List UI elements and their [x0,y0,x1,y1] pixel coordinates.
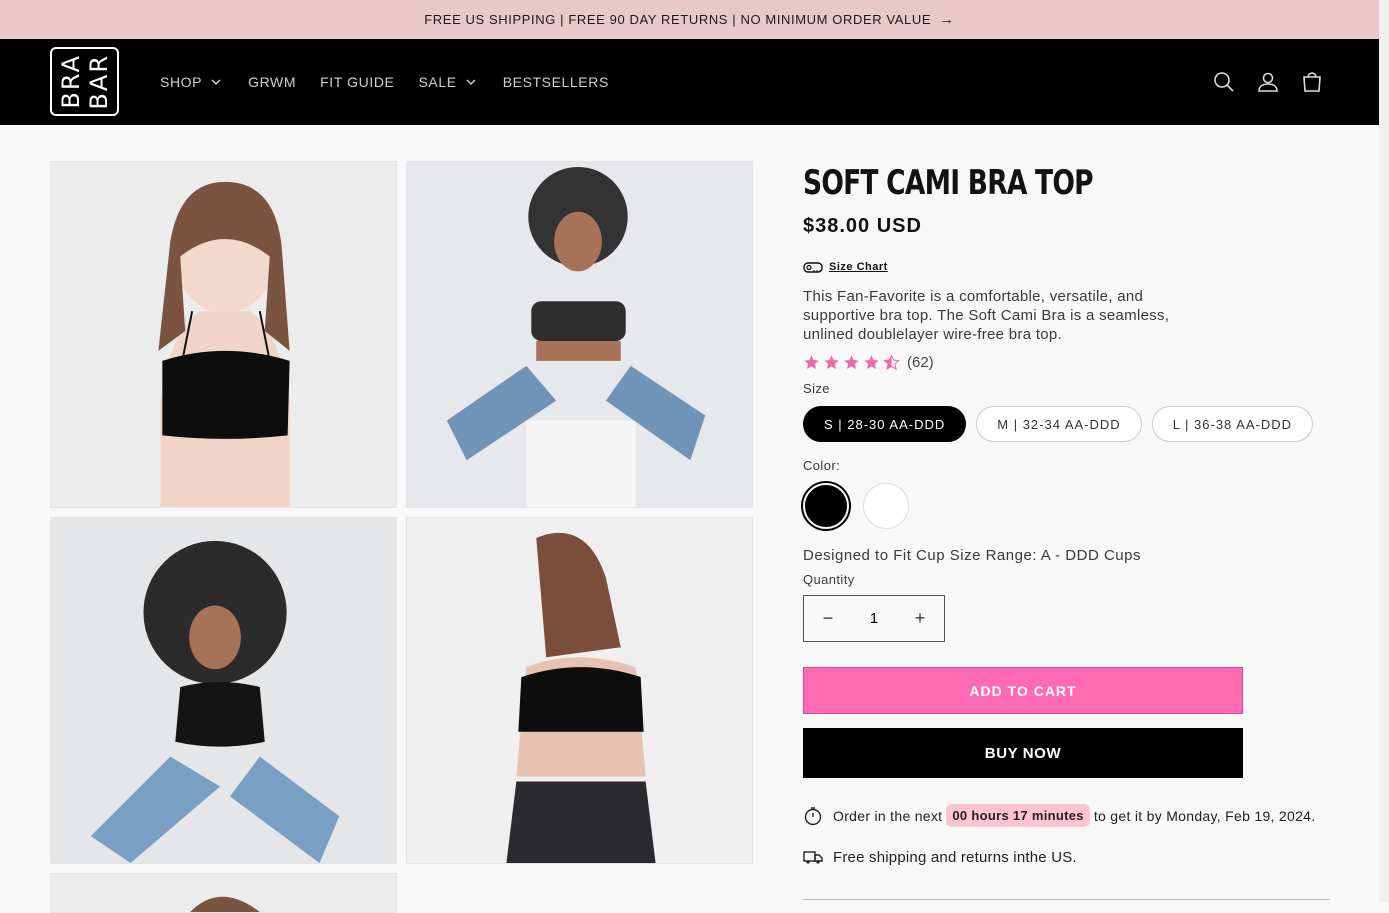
size-option-s[interactable]: S | 28-30 AA-DDD [803,406,967,443]
nav-item-sale[interactable]: SALE [418,74,478,90]
color-swatch-white[interactable] [863,483,909,530]
shipping-info: Free shipping and returns inthe US. [803,847,1333,867]
size-option-l[interactable]: L | 36-38 AA-DDD [1151,406,1314,443]
announcement-text: FREE US SHIPPING | FREE 90 DAY RETURNS |… [424,12,932,27]
size-option-m[interactable]: M | 32-34 AA-DDD [976,406,1142,443]
quantity-increase-button[interactable]: + [912,608,928,629]
add-to-cart-button[interactable]: ADD TO CART [803,667,1243,715]
header-icons [1213,39,1323,125]
logo-text-bar: BAR [84,53,113,110]
chevron-down-icon [211,79,221,85]
cart-icon[interactable] [1301,71,1323,93]
main-nav: SHOP GRWM FIT GUIDE SALE BESTSELLERS [160,39,609,125]
nav-item-shop[interactable]: SHOP [160,74,224,90]
delivery-prefix: Order in the next [833,807,943,824]
shipping-text: Free shipping and returns inthe US. [833,848,1077,866]
product-image-seated[interactable] [406,161,753,508]
star-half-icon [883,354,900,371]
buy-now-button[interactable]: BUY NOW [803,728,1243,779]
truck-icon [803,851,823,864]
size-chart-link[interactable]: Size Chart [829,261,888,273]
quantity-stepper: − + [803,595,945,643]
product-title: SOFT CAMI BRA TOP [803,163,1094,203]
rating-count: (62) [907,354,934,372]
nav-label: BESTSELLERS [502,74,609,90]
star-icon [804,355,819,370]
nav-item-grwm[interactable]: GRWM [248,74,296,90]
nav-label: FIT GUIDE [320,74,395,90]
rating[interactable]: (62) [803,354,1333,371]
star-icon [824,355,839,370]
star-icon [844,355,859,370]
star-icon [864,355,879,370]
stopwatch-icon [804,807,822,826]
nav-item-bestsellers[interactable]: BESTSELLERS [503,74,609,90]
search-icon[interactable] [1213,71,1235,93]
color-options [803,483,1333,530]
quantity-input[interactable] [854,610,894,628]
site-header: BRA BAR SHOP GRWM FIT GUIDE SALE BESTSEL… [0,39,1379,125]
delivery-suffix: to get it by Monday, Feb 19, 2024. [1093,807,1316,824]
quantity-label: Quantity [803,572,855,588]
scrollbar[interactable] [1379,0,1389,902]
nav-item-fit-guide[interactable]: FIT GUIDE [320,74,394,90]
nav-label: SHOP [160,74,203,90]
size-options: S | 28-30 AA-DDD M | 32-34 AA-DDD L | 36… [803,406,1333,443]
account-icon[interactable] [1257,71,1279,93]
arrow-right-icon: → [939,11,955,28]
product-description: This Fan-Favorite is a comfortable, vers… [803,288,1170,344]
fit-info: Designed to Fit Cup Size Range: A - DDD … [803,547,1141,565]
size-chart-link-row[interactable]: Size Chart [803,260,1333,274]
logo[interactable]: BRA BAR [50,47,119,116]
quantity-decrease-button[interactable]: − [820,608,836,629]
size-label: Size [803,381,830,397]
product-image-front[interactable] [50,161,397,508]
product-price: $38.00 USD [803,215,922,238]
product-image-crouch[interactable] [50,517,397,864]
chevron-down-icon [466,79,476,85]
product-image-back[interactable] [406,517,753,864]
logo-text-bra: BRA [56,54,85,109]
color-swatch-black[interactable] [803,483,849,530]
divider [803,899,1330,900]
nav-label: GRWM [248,74,297,90]
delivery-estimate: Order in the next 00 hours 17 minutes to… [803,804,1333,828]
announcement-bar[interactable]: FREE US SHIPPING | FREE 90 DAY RETURNS |… [0,0,1379,39]
countdown-timer: 00 hours 17 minutes [946,804,1090,828]
product-image-partial[interactable] [50,873,397,913]
color-label: Color: [803,458,841,474]
tape-measure-icon [803,262,823,274]
product-info: SOFT CAMI BRA TOP $38.00 USD Size Chart … [803,161,1333,867]
nav-label: SALE [418,74,457,90]
